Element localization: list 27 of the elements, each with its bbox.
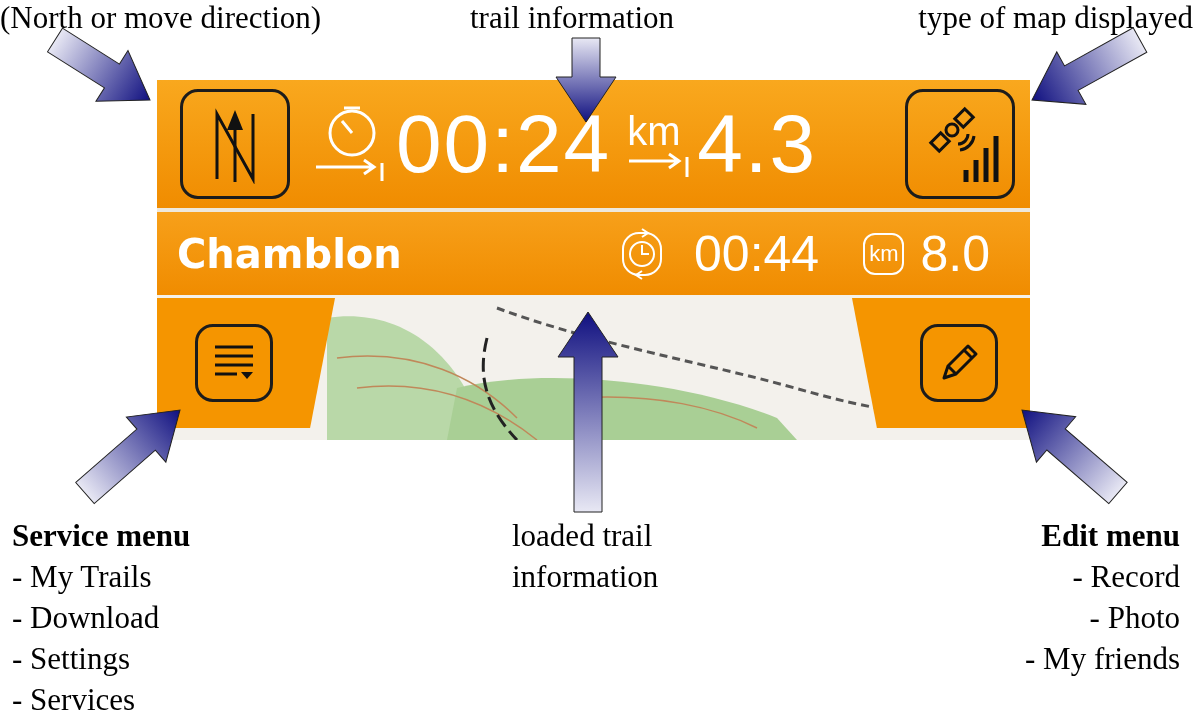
note-line: - Download — [12, 599, 160, 637]
note-line: - Record — [1072, 558, 1180, 596]
total-time: 00:44 — [694, 228, 820, 279]
total-distance: 8.0 — [920, 228, 990, 279]
caption-text: trail information — [470, 0, 675, 37]
elapsed-time: 00:24 — [396, 103, 612, 185]
note-title: Edit menu — [1041, 517, 1180, 555]
km-loop-badge: km — [863, 232, 905, 275]
distance-unit: km — [627, 111, 681, 151]
caption-text: (North or move direction) — [0, 0, 322, 37]
map-type-button[interactable] — [905, 89, 1015, 199]
stopwatch-icon — [314, 105, 386, 183]
note-line: loaded trail — [512, 517, 653, 555]
trail-name: Chamblon — [177, 230, 402, 277]
caption-text: type of map displayed — [918, 0, 1193, 37]
note-line: - My Trails — [12, 558, 152, 596]
note-line: - My friends — [1025, 640, 1180, 678]
note-line: - Settings — [12, 640, 130, 678]
note-line: - Services — [12, 681, 136, 713]
service-menu-button[interactable] — [195, 324, 273, 402]
note-line: information — [512, 558, 659, 596]
note-title: Service menu — [12, 517, 191, 555]
right-arrow-icon — [627, 151, 690, 177]
edit-menu-button[interactable] — [920, 324, 998, 402]
compass-button[interactable] — [180, 89, 290, 199]
distance-value: 4.3 — [697, 103, 818, 185]
note-line: - Photo — [1089, 599, 1180, 637]
